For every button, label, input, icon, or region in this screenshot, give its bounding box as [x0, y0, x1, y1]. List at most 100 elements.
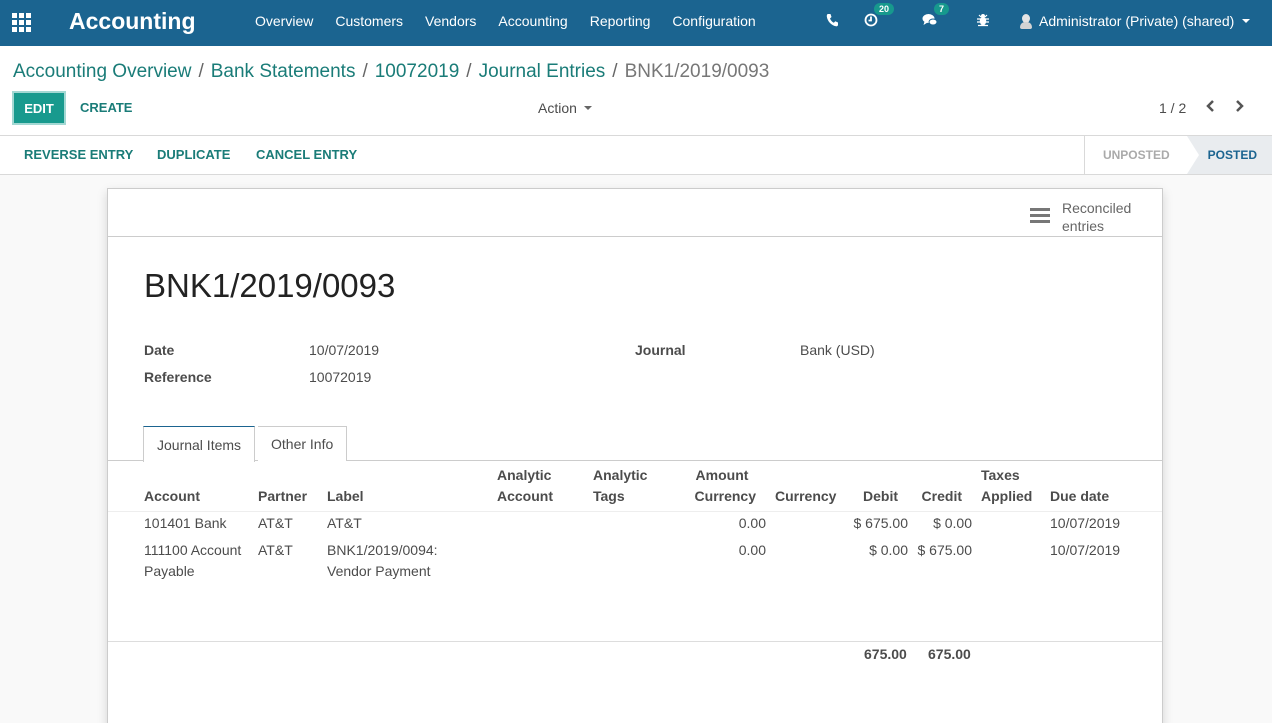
col-header-due-date[interactable]: Due date: [1050, 486, 1109, 507]
status-bar: REVERSE ENTRY DUPLICATE CANCEL ENTRY UNP…: [0, 136, 1272, 175]
col-header-analytic-account[interactable]: Analytic Account: [497, 465, 553, 507]
cell-partner: AT&T: [258, 542, 293, 558]
breadcrumb-separator: /: [198, 61, 204, 82]
breadcrumb-current: BNK1/2019/0093: [624, 61, 770, 82]
breadcrumb-journal-entries[interactable]: Journal Entries: [479, 61, 606, 83]
menu-item-configuration[interactable]: Configuration: [672, 13, 755, 29]
messages-badge: 7: [934, 3, 950, 15]
chevron-left-icon: [1206, 100, 1214, 112]
col-header-credit[interactable]: Credit: [908, 486, 962, 507]
create-button[interactable]: CREATE: [80, 100, 132, 115]
cell-account: 101401 Bank: [144, 515, 227, 531]
top-navbar: Accounting Overview Customers Vendors Ac…: [0, 0, 1272, 46]
reconciled-label-line1: Reconciled: [1062, 200, 1132, 216]
col-header-label[interactable]: Label: [327, 486, 364, 507]
col-header-partner[interactable]: Partner: [258, 486, 307, 507]
stage-posted[interactable]: POSTED: [1197, 136, 1272, 174]
pager-value[interactable]: 1 / 2: [1159, 100, 1186, 116]
pager-previous-button[interactable]: [1204, 98, 1216, 118]
journal-label: Journal: [635, 342, 686, 358]
cell-line: 111100 Account: [144, 542, 242, 558]
menu-item-customers[interactable]: Customers: [335, 13, 403, 29]
breadcrumb-accounting-overview[interactable]: Accounting Overview: [13, 61, 191, 83]
col-header-taxes-applied[interactable]: Taxes Applied: [981, 465, 1032, 507]
cell-line: Payable: [144, 563, 195, 579]
reconciled-entries-label: Reconciled entries: [1062, 199, 1131, 235]
col-header-account[interactable]: Account: [144, 486, 200, 507]
header-line: Tags: [593, 488, 625, 504]
apps-menu-icon[interactable]: [12, 13, 32, 32]
caret-down-icon: [1242, 19, 1251, 23]
activities-icon[interactable]: 20: [864, 3, 895, 30]
reverse-entry-button[interactable]: REVERSE ENTRY: [24, 147, 133, 162]
pager-next-button[interactable]: [1234, 98, 1246, 118]
tab-journal-items[interactable]: Journal Items: [143, 426, 256, 462]
breadcrumb-statement[interactable]: 10072019: [375, 61, 460, 83]
menu-item-reporting[interactable]: Reporting: [590, 13, 651, 29]
menu-item-overview[interactable]: Overview: [255, 13, 313, 29]
breadcrumb: Accounting Overview / Bank Statements / …: [13, 61, 769, 83]
menu-item-accounting[interactable]: Accounting: [498, 13, 567, 29]
phone-icon[interactable]: [826, 13, 838, 30]
col-header-currency[interactable]: Currency: [775, 486, 836, 507]
activities-badge: 20: [874, 3, 895, 15]
reference-value: 10072019: [309, 369, 372, 385]
header-line: Currency: [694, 488, 756, 504]
cell-line: BNK1/2019/0094:: [327, 542, 438, 558]
header-line: Account: [497, 488, 553, 504]
cell-partner: AT&T: [258, 515, 293, 531]
cell-amount-currency: 0.00: [738, 515, 766, 531]
cell-amount-currency: 0.00: [738, 542, 766, 558]
cancel-entry-button[interactable]: CANCEL ENTRY: [256, 147, 357, 162]
date-label: Date: [144, 342, 175, 358]
table-header-divider: [108, 511, 1162, 512]
reconciled-entries-button[interactable]: Reconciled entries: [1030, 199, 1131, 235]
header-line: Taxes: [981, 467, 1020, 483]
action-label: Action: [538, 100, 577, 116]
table-footer-divider: [108, 641, 1162, 642]
stage-unposted[interactable]: UNPOSTED: [1084, 136, 1199, 174]
cell-debit: $ 0.00: [869, 542, 908, 558]
col-header-analytic-tags[interactable]: Analytic Tags: [593, 465, 647, 507]
chevron-right-icon: [1236, 100, 1244, 112]
cell-debit: $ 675.00: [853, 515, 909, 531]
total-credit: 675.00: [928, 646, 971, 662]
status-stages: UNPOSTED POSTED: [1083, 136, 1272, 174]
action-dropdown[interactable]: Action: [538, 100, 592, 116]
list-icon: [1030, 208, 1050, 226]
breadcrumb-separator: /: [362, 61, 368, 82]
debug-bug-icon[interactable]: [977, 13, 989, 30]
cell-credit: $ 675.00: [917, 542, 973, 558]
button-box: Reconciled entries: [108, 189, 1162, 237]
cell-due-date: 10/07/2019: [1050, 542, 1121, 558]
breadcrumb-separator: /: [466, 61, 472, 82]
header-line: Applied: [981, 488, 1033, 504]
main-menu: Overview Customers Vendors Accounting Re…: [255, 13, 778, 29]
tab-other-info[interactable]: Other Info: [258, 426, 348, 461]
reconciled-label-line2: entries: [1062, 218, 1105, 234]
app-brand: Accounting: [69, 8, 196, 34]
cell-account: 111100 Account Payable: [144, 540, 241, 582]
cell-line: Vendor Payment: [327, 563, 431, 579]
reference-label: Reference: [144, 369, 212, 385]
col-header-debit[interactable]: Debit: [838, 486, 898, 507]
entry-title: BNK1/2019/0093: [144, 267, 396, 304]
total-debit: 675.00: [864, 646, 907, 662]
caret-down-icon: [583, 106, 592, 110]
journal-value: Bank (USD): [800, 342, 875, 358]
header-line: Analytic: [593, 467, 648, 483]
col-header-amount-currency[interactable]: Amount Currency: [688, 465, 756, 507]
user-menu[interactable]: Administrator (Private) (shared): [1020, 13, 1251, 29]
cell-credit: $ 0.00: [933, 515, 972, 531]
header-line: Amount: [695, 467, 749, 483]
control-panel: Accounting Overview / Bank Statements / …: [0, 46, 1272, 136]
duplicate-button[interactable]: DUPLICATE: [157, 147, 230, 162]
menu-item-vendors[interactable]: Vendors: [425, 13, 476, 29]
notebook-tabs: Journal Items Other Info: [108, 426, 1162, 462]
breadcrumb-bank-statements[interactable]: Bank Statements: [211, 61, 356, 83]
form-sheet: Reconciled entries BNK1/2019/0093 Date 1…: [107, 188, 1163, 723]
date-value: 10/07/2019: [309, 342, 380, 358]
breadcrumb-separator: /: [612, 61, 618, 82]
messages-icon[interactable]: 7: [922, 3, 950, 30]
edit-button[interactable]: EDIT: [12, 91, 66, 125]
